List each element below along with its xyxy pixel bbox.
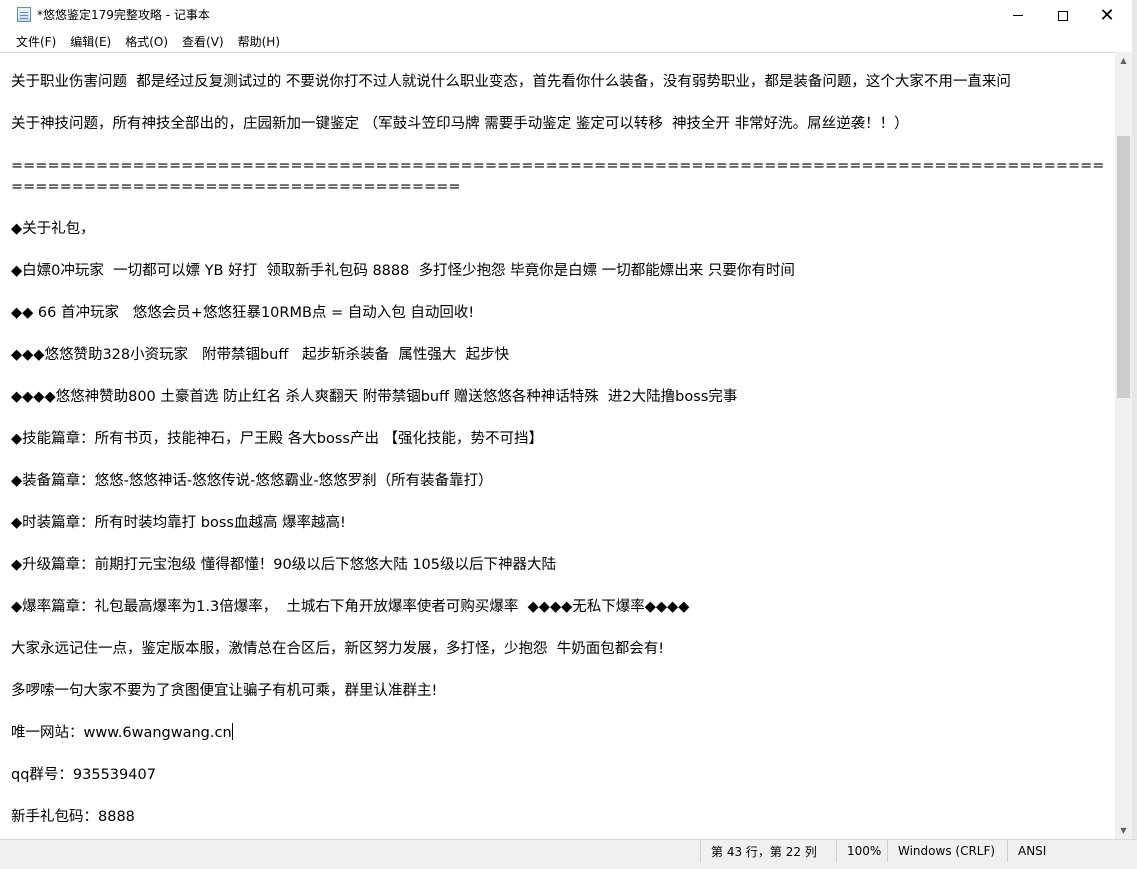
encoding: ANSI (1007, 840, 1115, 862)
text-line[interactable] (11, 702, 1109, 723)
text-line[interactable] (11, 492, 1109, 513)
title-bar[interactable]: *悠悠鉴定179完整攻略 - 记事本 ✕ (0, 0, 1137, 31)
text-line[interactable]: ◆爆率篇章：礼包最高爆率为1.3倍爆率， 土城右下角开放爆率使者可购买爆率 ◆◆… (11, 597, 1109, 618)
text-line[interactable]: ========================================… (11, 156, 1109, 198)
notepad-icon (17, 7, 31, 22)
text-line[interactable]: ◆关于礼包， (11, 219, 1109, 240)
text-line[interactable] (11, 660, 1109, 681)
editor-content[interactable]: 关于职业伤害问题 都是经过反复测试过的 不要说你打不过人就说什么职业变态，首先看… (11, 72, 1109, 828)
line-ending: Windows (CRLF) (887, 840, 1007, 862)
text-line[interactable]: ◆白嫖0冲玩家 一切都可以嫖 YB 好打 领取新手礼包码 8888 多打怪少抱怨… (11, 261, 1109, 282)
text-line[interactable] (11, 744, 1109, 765)
text-line[interactable]: ◆◆◆悠悠赞助328小资玩家 附带禁锢buff 起步斩杀装备 属性强大 起步快 (11, 345, 1109, 366)
menu-view[interactable]: 查看(V) (175, 32, 231, 51)
text-line[interactable] (11, 786, 1109, 807)
text-line[interactable]: ◆时装篇章：所有时装均靠打 boss血越高 爆率越高! (11, 513, 1109, 534)
cursor-position: 第 43 行，第 22 列 (700, 840, 836, 862)
text-line[interactable] (11, 324, 1109, 345)
text-line[interactable]: 唯一网站：www.6wangwang.cn (11, 723, 1109, 744)
menu-edit[interactable]: 编辑(E) (63, 32, 118, 51)
minimize-button[interactable] (995, 0, 1041, 31)
text-line[interactable] (11, 135, 1109, 156)
text-line[interactable]: 多啰嗦一句大家不要为了贪图便宜让骗子有机可乘，群里认准群主! (11, 681, 1109, 702)
close-button[interactable]: ✕ (1084, 0, 1130, 31)
minimize-icon (1013, 15, 1023, 16)
text-line[interactable]: ◆◆◆◆悠悠神赞助800 土豪首选 防止红名 杀人爽翻天 附带禁锢buff 赠送… (11, 387, 1109, 408)
text-line[interactable] (11, 366, 1109, 387)
scrollbar-thumb[interactable] (1117, 136, 1130, 398)
text-line[interactable] (11, 198, 1109, 219)
menu-help[interactable]: 帮助(H) (231, 32, 287, 51)
text-line[interactable]: qq群号：935539407 (11, 765, 1109, 786)
text-line[interactable] (11, 576, 1109, 597)
text-line[interactable]: ◆升级篇章：前期打元宝泡级 懂得都懂！90级以后下悠悠大陆 105级以后下神器大… (11, 555, 1109, 576)
zoom-level: 100% (836, 840, 887, 862)
text-line[interactable] (11, 408, 1109, 429)
text-line[interactable] (11, 240, 1109, 261)
text-line[interactable] (11, 534, 1109, 555)
text-editor[interactable]: 关于职业伤害问题 都是经过反复测试过的 不要说你打不过人就说什么职业变态，首先看… (0, 52, 1115, 839)
text-line[interactable]: 关于神技问题，所有神技全部出的，庄园新加一键鉴定 （军鼓斗笠印马牌 需要手动鉴定… (11, 114, 1109, 135)
text-line[interactable] (11, 450, 1109, 471)
status-bar: 第 43 行，第 22 列 100% Windows (CRLF) ANSI (0, 839, 1137, 869)
menu-format[interactable]: 格式(O) (118, 32, 175, 51)
text-line[interactable] (11, 282, 1109, 303)
text-line[interactable]: 大家永远记住一点，鉴定版本服，激情总在合区后，新区努力发展，多打怪，少抱怨 牛奶… (11, 639, 1109, 660)
scroll-up-icon[interactable]: ▲ (1115, 52, 1132, 69)
text-line[interactable]: 关于职业伤害问题 都是经过反复测试过的 不要说你打不过人就说什么职业变态，首先看… (11, 72, 1109, 93)
text-line[interactable]: ◆◆ 66 首冲玩家 悠悠会员+悠悠狂暴10RMB点 = 自动入包 自动回收! (11, 303, 1109, 324)
vertical-scrollbar[interactable]: ▲ ▼ (1115, 52, 1132, 839)
text-line[interactable]: 新手礼包码：8888 (11, 807, 1109, 828)
window-edge (1132, 0, 1137, 869)
menu-bar: 文件(F) 编辑(E) 格式(O) 查看(V) 帮助(H) (0, 31, 1137, 51)
window-title: *悠悠鉴定179完整攻略 - 记事本 (37, 8, 210, 22)
text-line[interactable]: ◆装备篇章：悠悠-悠悠神话-悠悠传说-悠悠霸业-悠悠罗刹（所有装备靠打） (11, 471, 1109, 492)
maximize-icon (1058, 10, 1068, 21)
menu-file[interactable]: 文件(F) (9, 32, 63, 51)
text-line[interactable] (11, 93, 1109, 114)
text-caret (231, 723, 233, 740)
text-line[interactable] (11, 618, 1109, 639)
text-line[interactable]: ◆技能篇章：所有书页，技能神石，尸王殿 各大boss产出 【强化技能，势不可挡】 (11, 429, 1109, 450)
scroll-down-icon[interactable]: ▼ (1115, 822, 1132, 839)
notepad-window: *悠悠鉴定179完整攻略 - 记事本 ✕ 文件(F) 编辑(E) 格式(O) 查… (0, 0, 1137, 869)
close-icon: ✕ (1099, 4, 1115, 26)
maximize-button[interactable] (1040, 0, 1086, 31)
